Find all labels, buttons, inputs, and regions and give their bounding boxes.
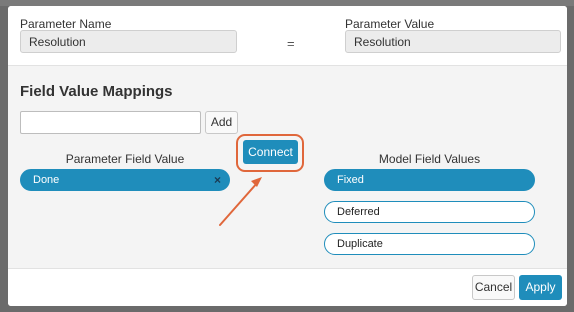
parameter-value-done[interactable]: Done ×	[20, 169, 230, 191]
model-value-label: Fixed	[337, 174, 364, 186]
new-value-input[interactable]	[20, 111, 201, 134]
model-value-duplicate[interactable]: Duplicate	[324, 233, 535, 255]
field-value-mappings-title: Field Value Mappings	[20, 83, 173, 100]
parameter-value-label: Done	[33, 174, 60, 186]
model-value-deferred[interactable]: Deferred	[324, 201, 535, 223]
model-field-values-header: Model Field Values	[378, 152, 481, 166]
model-value-label: Deferred	[337, 206, 380, 218]
parameter-name-label: Parameter Name	[20, 17, 112, 31]
parameter-name-field: Resolution	[20, 30, 237, 53]
cancel-button[interactable]: Cancel	[472, 275, 515, 300]
connect-button[interactable]: Connect	[243, 140, 298, 164]
model-value-label: Duplicate	[337, 238, 383, 250]
model-value-fixed[interactable]: Fixed	[324, 169, 535, 191]
parameter-value-label: Parameter Value	[345, 17, 435, 31]
parameter-field-value-header: Parameter Field Value	[65, 152, 185, 166]
add-button[interactable]: Add	[205, 111, 238, 134]
dialog-footer: Cancel Apply	[8, 268, 567, 306]
remove-icon[interactable]: ×	[214, 170, 221, 190]
parameter-header-section: Parameter Name Resolution = Parameter Va…	[8, 6, 567, 66]
apply-button[interactable]: Apply	[519, 275, 562, 300]
parameter-value-field: Resolution	[345, 30, 561, 53]
equals-sign: =	[287, 36, 295, 51]
